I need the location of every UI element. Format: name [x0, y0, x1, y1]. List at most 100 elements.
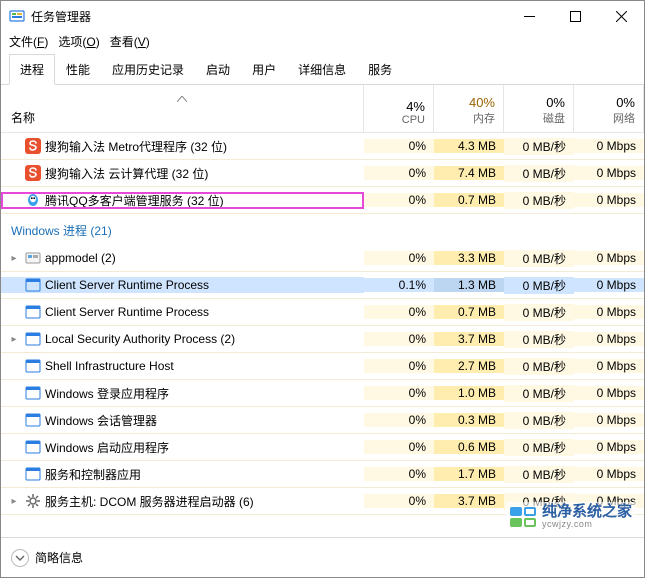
column-header-name[interactable]: 名称 — [1, 85, 364, 132]
process-row[interactable]: Windows 启动应用程序0%0.6 MB0 MB/秒0 Mbps — [1, 434, 644, 461]
cell-net: 0 Mbps — [574, 251, 644, 265]
cell-cpu: 0% — [364, 193, 434, 207]
cell-cpu: 0% — [364, 386, 434, 400]
disk-label: 磁盘 — [543, 110, 565, 126]
close-button[interactable] — [598, 1, 644, 31]
cell-disk: 0 MB/秒 — [504, 331, 574, 348]
cell-cpu: 0.1% — [364, 278, 434, 292]
menu-view[interactable]: 查看(V) — [110, 33, 150, 50]
menu-file[interactable]: 文件(F) — [9, 33, 48, 50]
process-name-cell: Windows 登录应用程序 — [1, 385, 364, 402]
cell-disk: 0 MB/秒 — [504, 277, 574, 294]
process-row[interactable]: 搜狗输入法 Metro代理程序 (32 位)0%4.3 MB0 MB/秒0 Mb… — [1, 133, 644, 160]
cell-mem: 3.7 MB — [434, 332, 504, 346]
process-row[interactable]: ▸Local Security Authority Process (2)0%3… — [1, 326, 644, 353]
cell-disk: 0 MB/秒 — [504, 385, 574, 402]
exe-icon — [25, 385, 41, 401]
process-name: Client Server Runtime Process — [45, 278, 209, 292]
cell-mem: 1.7 MB — [434, 467, 504, 481]
cell-net: 0 Mbps — [574, 278, 644, 292]
cell-cpu: 0% — [364, 139, 434, 153]
process-row[interactable]: Windows 登录应用程序0%1.0 MB0 MB/秒0 Mbps — [1, 380, 644, 407]
cell-disk: 0 MB/秒 — [504, 439, 574, 456]
sogou-icon — [25, 165, 41, 181]
tab-users[interactable]: 用户 — [241, 54, 287, 85]
title-bar: 任务管理器 — [1, 1, 644, 31]
process-list-scroll[interactable]: 搜狗输入法 Metro代理程序 (32 位)0%4.3 MB0 MB/秒0 Mb… — [1, 133, 644, 543]
tab-app-history[interactable]: 应用历史记录 — [101, 54, 195, 85]
process-name: Shell Infrastructure Host — [45, 359, 174, 373]
exe-icon — [25, 277, 41, 293]
process-name-cell: ▸appmodel (2) — [1, 250, 364, 266]
group-windows-processes: Windows 进程 (21) — [1, 214, 644, 245]
expand-toggle[interactable]: ▸ — [7, 253, 21, 264]
cell-cpu: 0% — [364, 440, 434, 454]
tab-startup[interactable]: 启动 — [195, 54, 241, 85]
process-row[interactable]: 搜狗输入法 云计算代理 (32 位)0%7.4 MB0 MB/秒0 Mbps — [1, 160, 644, 187]
cpu-label: CPU — [402, 114, 425, 126]
column-header-cpu[interactable]: 4% CPU — [364, 85, 434, 132]
cell-net: 0 Mbps — [574, 193, 644, 207]
process-name-cell: 搜狗输入法 Metro代理程序 (32 位) — [1, 138, 364, 155]
column-header-memory[interactable]: 40% 内存 — [434, 85, 504, 132]
process-row[interactable]: Client Server Runtime Process0%0.7 MB0 M… — [1, 299, 644, 326]
minimize-button[interactable] — [506, 1, 552, 31]
sort-caret-up-icon — [177, 91, 187, 105]
cell-mem: 3.7 MB — [434, 494, 504, 508]
cpu-usage-header: 4% — [406, 99, 425, 114]
process-name: 腾讯QQ多客户端管理服务 (32 位) — [45, 192, 224, 209]
tab-performance[interactable]: 性能 — [55, 54, 101, 85]
watermark: 纯净系统之家 ycwjzy.com — [506, 502, 636, 531]
cell-mem: 0.7 MB — [434, 193, 504, 207]
process-name-cell: Shell Infrastructure Host — [1, 358, 364, 374]
exe-icon — [25, 304, 41, 320]
menu-bar: 文件(F) 选项(O) 查看(V) — [1, 31, 644, 54]
exe-icon — [25, 466, 41, 482]
cell-mem: 0.7 MB — [434, 305, 504, 319]
process-row[interactable]: Shell Infrastructure Host0%2.7 MB0 MB/秒0… — [1, 353, 644, 380]
process-name: Windows 会话管理器 — [45, 412, 157, 429]
cell-mem: 2.7 MB — [434, 359, 504, 373]
cell-mem: 3.3 MB — [434, 251, 504, 265]
cell-mem: 7.4 MB — [434, 166, 504, 180]
cell-mem: 0.6 MB — [434, 440, 504, 454]
process-name-cell: Windows 启动应用程序 — [1, 439, 364, 456]
mem-label: 内存 — [473, 110, 495, 126]
app-icon — [25, 250, 41, 266]
fewer-details-toggle[interactable] — [11, 549, 29, 567]
expand-toggle[interactable]: ▸ — [7, 334, 21, 345]
cell-cpu: 0% — [364, 467, 434, 481]
process-name-cell: 服务和控制器应用 — [1, 466, 364, 483]
tab-details[interactable]: 详细信息 — [287, 54, 357, 85]
chevron-down-icon — [15, 553, 25, 563]
sogou-icon — [25, 138, 41, 154]
watermark-subtitle: ycwjzy.com — [542, 519, 632, 529]
mem-usage-header: 40% — [469, 95, 495, 110]
tab-processes[interactable]: 进程 — [9, 54, 55, 85]
cell-cpu: 0% — [364, 359, 434, 373]
cell-disk: 0 MB/秒 — [504, 304, 574, 321]
column-header-disk[interactable]: 0% 磁盘 — [504, 85, 574, 132]
net-label: 网络 — [613, 110, 635, 126]
process-row[interactable]: 服务和控制器应用0%1.7 MB0 MB/秒0 Mbps — [1, 461, 644, 488]
cell-net: 0 Mbps — [574, 305, 644, 319]
column-header-row: 名称 4% CPU 40% 内存 0% 磁盘 0% 网络 — [1, 85, 644, 133]
cell-net: 0 Mbps — [574, 467, 644, 481]
process-row[interactable]: 腾讯QQ多客户端管理服务 (32 位)0%0.7 MB0 MB/秒0 Mbps — [1, 187, 644, 214]
tab-services[interactable]: 服务 — [357, 54, 403, 85]
process-row[interactable]: ▸appmodel (2)0%3.3 MB0 MB/秒0 Mbps — [1, 245, 644, 272]
process-name: Windows 登录应用程序 — [45, 385, 169, 402]
process-row[interactable]: Windows 会话管理器0%0.3 MB0 MB/秒0 Mbps — [1, 407, 644, 434]
column-header-network[interactable]: 0% 网络 — [574, 85, 644, 132]
cell-mem: 0.3 MB — [434, 413, 504, 427]
maximize-button[interactable] — [552, 1, 598, 31]
gear-icon — [25, 493, 41, 509]
menu-options[interactable]: 选项(O) — [58, 33, 99, 50]
cell-cpu: 0% — [364, 166, 434, 180]
cell-disk: 0 MB/秒 — [504, 412, 574, 429]
cell-cpu: 0% — [364, 413, 434, 427]
cell-mem: 4.3 MB — [434, 139, 504, 153]
expand-toggle[interactable]: ▸ — [7, 496, 21, 507]
process-row[interactable]: Client Server Runtime Process0.1%1.3 MB0… — [1, 272, 644, 299]
process-name: 搜狗输入法 云计算代理 (32 位) — [45, 165, 208, 182]
